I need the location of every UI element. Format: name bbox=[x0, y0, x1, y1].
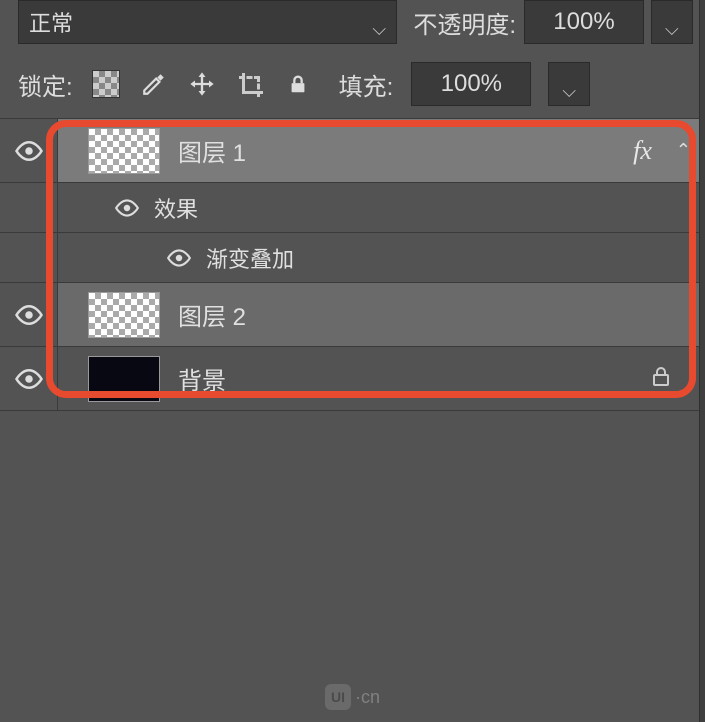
chevron-down-icon bbox=[372, 15, 386, 29]
fill-input[interactable]: 100% bbox=[411, 62, 531, 106]
layer-name[interactable]: 背景 bbox=[178, 361, 631, 396]
layer-thumbnail[interactable] bbox=[88, 128, 160, 174]
visibility-placeholder bbox=[0, 233, 58, 282]
layers-panel: 图层 1 fx ⌃ 效果 渐变叠加 bbox=[0, 118, 705, 411]
layer-thumbnail[interactable] bbox=[88, 292, 160, 338]
collapse-effects-icon[interactable]: ⌃ bbox=[676, 140, 691, 161]
panel-right-edge bbox=[699, 0, 705, 722]
fill-dropdown-button[interactable] bbox=[548, 62, 590, 106]
effects-label: 效果 bbox=[154, 192, 198, 224]
lock-transparency-icon[interactable] bbox=[91, 69, 121, 99]
eye-icon[interactable] bbox=[166, 245, 192, 271]
blend-mode-value: 正常 bbox=[29, 6, 73, 38]
eye-icon bbox=[14, 364, 44, 394]
watermark-badge-icon: UI bbox=[325, 684, 351, 710]
visibility-placeholder bbox=[0, 183, 58, 232]
eye-icon bbox=[14, 300, 44, 330]
watermark: UI ·cn bbox=[0, 684, 705, 710]
layer-row-1[interactable]: 图层 1 fx ⌃ bbox=[0, 119, 705, 183]
fx-indicator[interactable]: fx bbox=[633, 136, 652, 166]
effects-row[interactable]: 效果 bbox=[0, 183, 705, 233]
eye-icon[interactable] bbox=[114, 195, 140, 221]
visibility-toggle[interactable] bbox=[0, 283, 58, 346]
background-lock-icon[interactable] bbox=[649, 363, 673, 395]
chevron-down-icon bbox=[562, 77, 576, 91]
blend-mode-dropdown[interactable]: 正常 bbox=[18, 0, 397, 44]
opacity-label: 不透明度: bbox=[413, 5, 516, 40]
lock-all-icon[interactable] bbox=[283, 69, 313, 99]
lock-brush-icon[interactable] bbox=[139, 69, 169, 99]
fill-label: 填充: bbox=[339, 67, 394, 102]
visibility-toggle[interactable] bbox=[0, 119, 58, 182]
visibility-toggle[interactable] bbox=[0, 347, 58, 410]
fill-value: 100% bbox=[441, 70, 502, 98]
layer-row-2[interactable]: 图层 2 bbox=[0, 283, 705, 347]
opacity-input[interactable]: 100% bbox=[524, 0, 644, 44]
chevron-down-icon bbox=[665, 15, 679, 29]
opacity-value: 100% bbox=[553, 8, 614, 36]
lock-artboard-icon[interactable] bbox=[235, 69, 265, 99]
gradient-overlay-label: 渐变叠加 bbox=[206, 242, 294, 274]
layer-thumbnail[interactable] bbox=[88, 356, 160, 402]
eye-icon bbox=[14, 136, 44, 166]
effect-gradient-overlay-row[interactable]: 渐变叠加 bbox=[0, 233, 705, 283]
lock-position-icon[interactable] bbox=[187, 69, 217, 99]
opacity-dropdown-button[interactable] bbox=[651, 0, 693, 44]
layer-name[interactable]: 图层 1 bbox=[178, 133, 615, 168]
layer-name[interactable]: 图层 2 bbox=[178, 297, 691, 332]
layer-row-background[interactable]: 背景 bbox=[0, 347, 705, 411]
watermark-text: ·cn bbox=[355, 687, 380, 708]
lock-label: 锁定: bbox=[18, 67, 73, 102]
